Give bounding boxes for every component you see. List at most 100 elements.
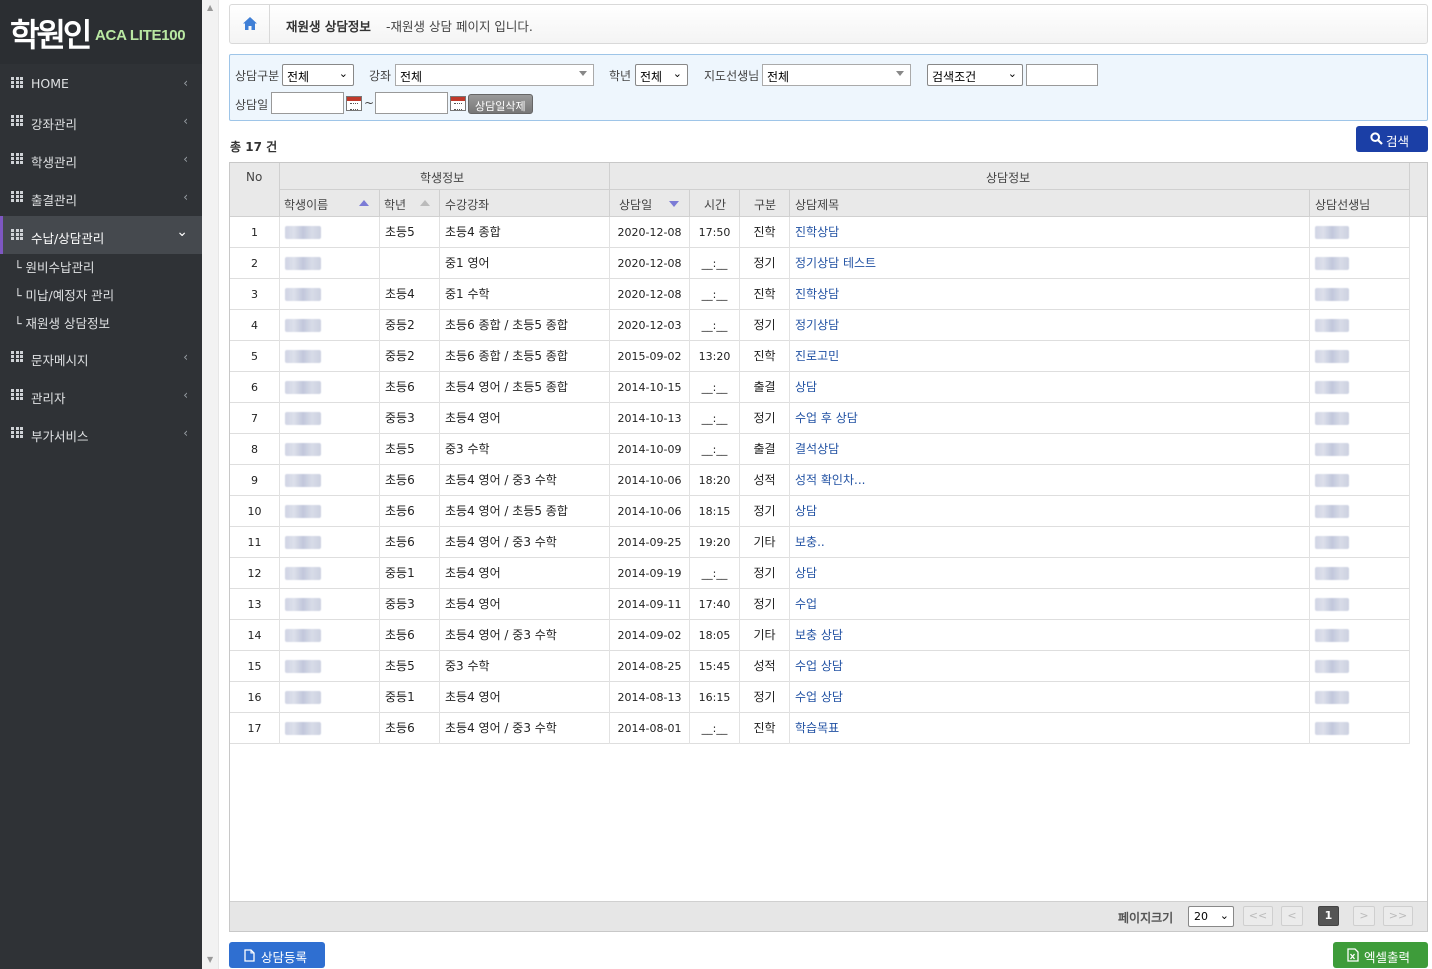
table-row[interactable]: 9 초등6 초등4 영어 / 중3 수학 2014-10-06 18:20 성적 성적 확인… [230,465,1410,496]
table-row[interactable]: 12 중등1 초등4 영어 2014-09-19 __:__ 정기 상담 [230,558,1410,589]
table-row[interactable]: 15 초등5 중3 수학 2014-08-25 15:45 성적 수업 상담 [230,651,1410,682]
prev-page-button[interactable]: < [1281,906,1303,926]
student-name[interactable] [280,279,380,310]
consult-title-link[interactable]: 상담 [790,558,1310,589]
table-row[interactable]: 17 초등6 초등4 영어 / 중3 수학 2014-08-01 __:__ 진학 학습목표 [230,713,1410,744]
home-button[interactable] [230,5,270,43]
next-page-button[interactable]: > [1353,906,1375,926]
sidebar-item-payment-consult[interactable]: 수납/상담관리 ⌄ [0,216,202,254]
column-header-no[interactable]: No [230,163,280,217]
consult-title-link[interactable]: 학습목표 [790,713,1310,744]
column-header-title[interactable]: 상담제목 [790,190,1310,217]
student-name[interactable] [280,372,380,403]
column-header-date[interactable]: 상담일 [610,190,690,217]
sidebar-item-course[interactable]: 강좌관리 ‹ [0,102,202,140]
student-name[interactable] [280,589,380,620]
table-row[interactable]: 3 초등4 중1 수학 2020-12-08 __:__ 진학 진학상담 [230,279,1410,310]
student-name[interactable] [280,341,380,372]
student-name[interactable] [280,713,380,744]
calendar-icon[interactable] [450,96,466,111]
sidebar-subitem-consult[interactable]: └ 재원생 상담정보 [0,310,202,338]
student-name[interactable] [280,465,380,496]
student-name[interactable] [280,620,380,651]
student-name[interactable] [280,682,380,713]
last-page-button[interactable]: >> [1383,906,1413,926]
column-header-name[interactable]: 학생이름 [280,190,380,217]
table-row[interactable]: 6 초등6 초등4 영어 / 초등5 종합 2014-10-15 __:__ 출결 상담 [230,372,1410,403]
page-size-select[interactable]: 20 ⌄ [1188,906,1234,927]
table-row[interactable]: 16 중등1 초등4 영어 2014-08-13 16:15 정기 수업 상담 [230,682,1410,713]
sidebar-item-attendance[interactable]: 출결관리 ‹ [0,178,202,216]
consult-title-link[interactable]: 성적 확인차... [790,465,1310,496]
consult-title-link[interactable]: 보충 상담 [790,620,1310,651]
type-select[interactable]: 전체 ⌄ [282,64,354,86]
student-name[interactable] [280,434,380,465]
column-header-grade[interactable]: 학년 [380,190,440,217]
table-row[interactable]: 10 초등6 초등4 영어 / 초등5 종합 2014-10-06 18:15 정기 상담 [230,496,1410,527]
condition-select[interactable]: 검색조건 ⌄ [927,64,1023,86]
consult-title-link[interactable]: 상담 [790,496,1310,527]
table-row[interactable]: 8 초등5 중3 수학 2014-10-09 __:__ 출결 결석상담 [230,434,1410,465]
sort-asc-icon[interactable] [420,200,430,206]
first-page-button[interactable]: << [1243,906,1273,926]
consult-title-link[interactable]: 정기상담 [790,310,1310,341]
table-row[interactable]: 1 초등5 초등4 종합 2020-12-08 17:50 진학 진학상담 [230,217,1410,248]
scroll-down-icon[interactable]: ▼ [207,955,213,964]
student-name[interactable] [280,310,380,341]
sidebar-item-sms[interactable]: 문자메시지 ‹ [0,338,202,376]
sort-desc-icon[interactable] [669,201,679,207]
date-to-input[interactable] [375,92,448,114]
row-number: 8 [230,434,280,465]
logo[interactable]: 학원인 ACA LITE100 [0,0,202,64]
consult-title-link[interactable]: 결석상담 [790,434,1310,465]
column-header-type[interactable]: 구분 [740,190,790,217]
consult-title-link[interactable]: 수업 [790,589,1310,620]
sidebar-item-admin[interactable]: 관리자 ‹ [0,376,202,414]
table-row[interactable]: 7 중등3 초등4 영어 2014-10-13 __:__ 정기 수업 후 상담 [230,403,1410,434]
table-row[interactable]: 11 초등6 초등4 영어 / 중3 수학 2014-09-25 19:20 기타 보충.. [230,527,1410,558]
student-name[interactable] [280,217,380,248]
sidebar-scrollbar[interactable]: ▲ ▼ [202,0,219,969]
teacher-select[interactable]: 전체 [762,64,911,86]
scroll-up-icon[interactable]: ▲ [207,3,213,12]
course-select[interactable]: 전체 [395,64,594,86]
sidebar-item-addon[interactable]: 부가서비스 ‹ [0,414,202,452]
search-button[interactable]: 검색 [1356,126,1428,152]
sidebar-subitem-unpaid[interactable]: └ 미납/예정자 관리 [0,282,202,310]
table-row[interactable]: 13 중등3 초등4 영어 2014-09-11 17:40 정기 수업 [230,589,1410,620]
calendar-icon[interactable] [346,96,362,111]
student-name[interactable] [280,527,380,558]
register-consultation-button[interactable]: 상담등록 [229,942,325,968]
consult-title-link[interactable]: 수업 후 상담 [790,403,1310,434]
consult-title-link[interactable]: 진학상담 [790,217,1310,248]
sort-asc-icon[interactable] [359,200,369,206]
consult-title-link[interactable]: 진학상담 [790,279,1310,310]
consult-title-link[interactable]: 수업 상담 [790,682,1310,713]
sidebar-subitem-tuition[interactable]: └ 원비수납관리 [0,254,202,282]
table-row[interactable]: 2 중1 영어 2020-12-08 __:__ 정기 정기상담 테스트 [230,248,1410,279]
date-from-input[interactable] [271,92,344,114]
date-delete-button[interactable]: 상담일삭제 [468,94,533,114]
sidebar-item-home[interactable]: HOME ‹ [0,64,202,102]
table-row[interactable]: 14 초등6 초등4 영어 / 중3 수학 2014-09-02 18:05 기타 보충 상… [230,620,1410,651]
column-header-teacher[interactable]: 상담선생님 [1310,190,1410,217]
consult-title-link[interactable]: 상담 [790,372,1310,403]
consult-title-link[interactable]: 진로고민 [790,341,1310,372]
consult-title-link[interactable]: 정기상담 테스트 [790,248,1310,279]
excel-export-button[interactable]: 엑셀출력 [1333,942,1428,968]
page-1-button[interactable]: 1 [1318,906,1339,926]
sidebar-item-student[interactable]: 학생관리 ‹ [0,140,202,178]
table-row[interactable]: 4 중등2 초등6 종합 / 초등5 종합 2020-12-03 __:__ 정기 정기상담 [230,310,1410,341]
student-name[interactable] [280,496,380,527]
column-header-time[interactable]: 시간 [690,190,740,217]
student-name[interactable] [280,651,380,682]
column-header-course[interactable]: 수강강좌 [440,190,610,217]
student-name[interactable] [280,558,380,589]
consult-title-link[interactable]: 보충.. [790,527,1310,558]
table-row[interactable]: 5 중등2 초등6 종합 / 초등5 종합 2015-09-02 13:20 진학 진로고민 [230,341,1410,372]
grade-select[interactable]: 전체 ⌄ [635,64,688,86]
consult-title-link[interactable]: 수업 상담 [790,651,1310,682]
student-name[interactable] [280,403,380,434]
student-name[interactable] [280,248,380,279]
condition-input[interactable] [1026,64,1098,86]
